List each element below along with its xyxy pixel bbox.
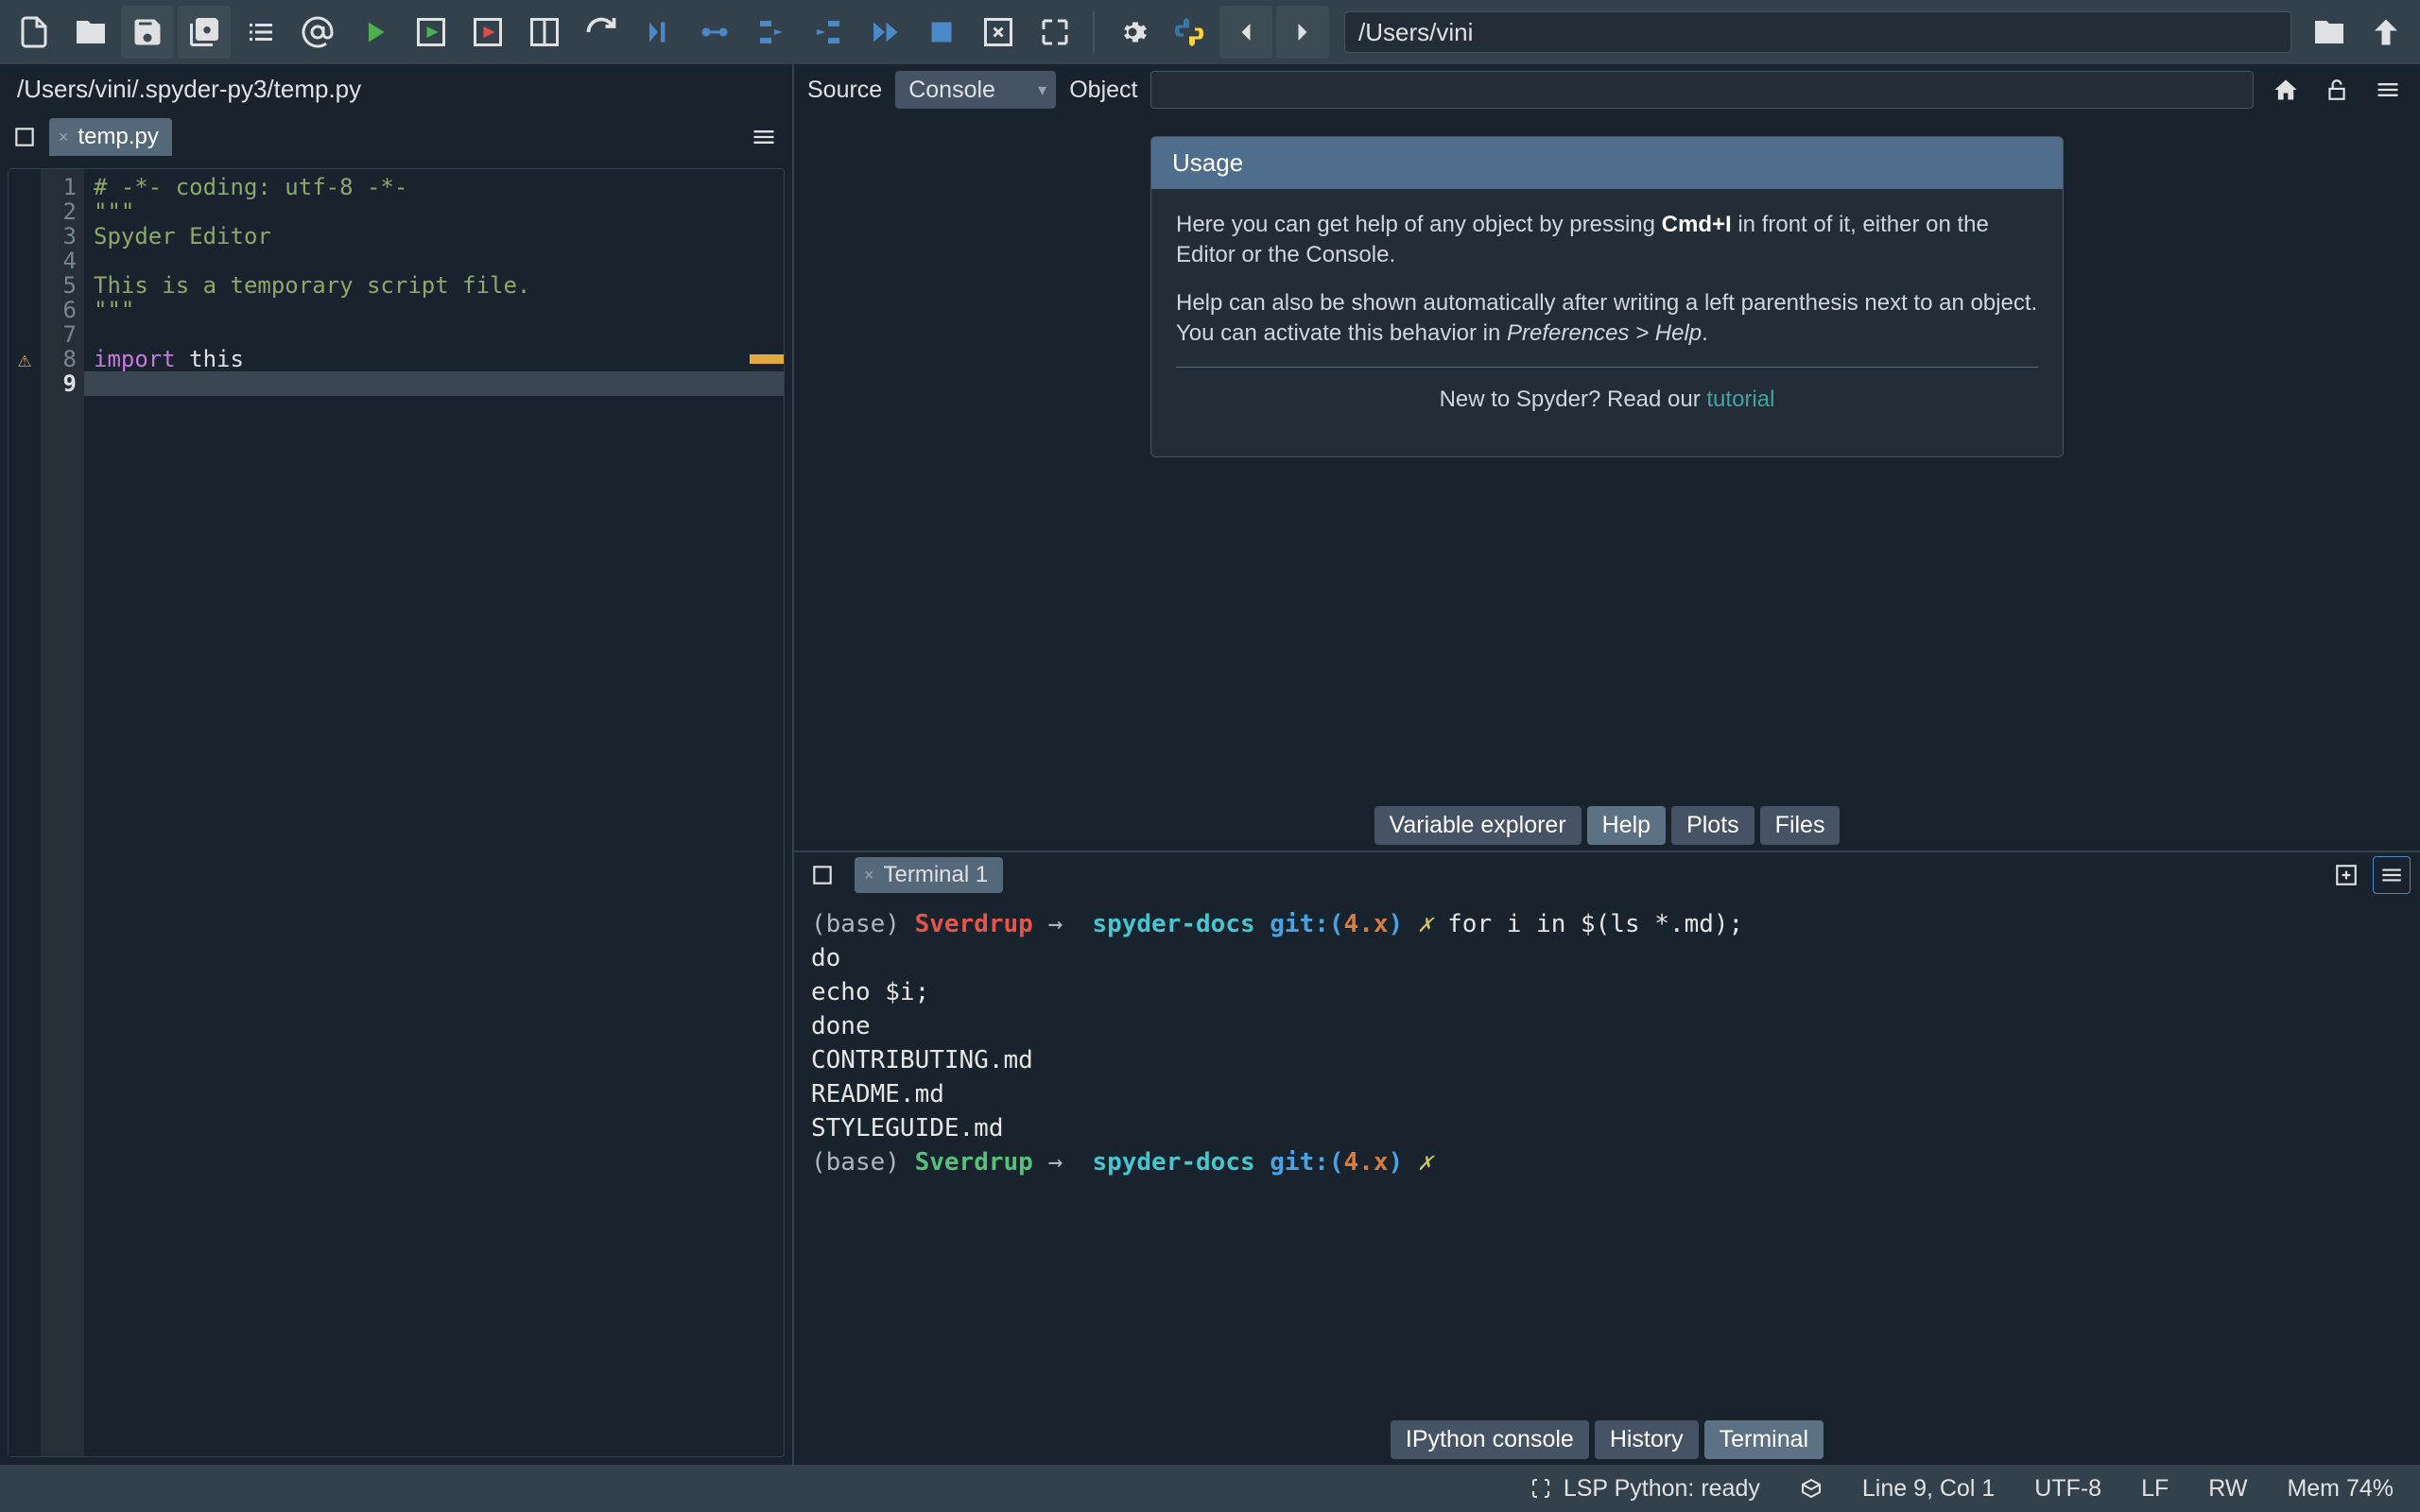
status-mem[interactable]: Mem 74% — [2287, 1475, 2394, 1503]
status-cursor[interactable]: Line 9, Col 1 — [1862, 1475, 1995, 1503]
close-tab-icon[interactable]: × — [59, 128, 69, 147]
stop-icon[interactable] — [915, 6, 968, 59]
run-selection-icon[interactable] — [518, 6, 571, 59]
debug-out-icon[interactable] — [802, 6, 855, 59]
file-path-bar: /Users/vini/.spyder-py3/temp.py — [0, 64, 792, 113]
status-lsp[interactable]: LSP Python: ready — [1530, 1475, 1760, 1503]
toolbar-separator — [1093, 11, 1095, 53]
usage-card: Usage Here you can get help of any objec… — [1150, 136, 2064, 457]
object-input[interactable] — [1150, 71, 2254, 109]
back-icon[interactable] — [1219, 6, 1272, 59]
new-terminal-icon[interactable] — [2327, 856, 2365, 894]
save-all-icon[interactable] — [178, 6, 231, 59]
debug-into-icon[interactable] — [745, 6, 798, 59]
terminal-body[interactable]: (base) Sverdrup → spyder-docs git:(4.x) … — [794, 898, 2420, 1417]
help-options-icon[interactable] — [2369, 71, 2407, 109]
tutorial-link[interactable]: tutorial — [1706, 387, 1774, 412]
source-label: Source — [807, 77, 882, 104]
lock-icon[interactable] — [2318, 71, 2356, 109]
maximize-icon[interactable] — [1028, 6, 1081, 59]
close-terminal-tab-icon[interactable]: × — [864, 866, 874, 885]
preferences-icon[interactable] — [1106, 6, 1159, 59]
run-cell-advance-icon[interactable] — [461, 6, 514, 59]
help-toolbar: Source Console Object — [794, 64, 2420, 115]
pane-tab-plots[interactable]: Plots — [1671, 806, 1754, 845]
debug-step-icon[interactable] — [688, 6, 741, 59]
status-rw[interactable]: RW — [2208, 1475, 2247, 1503]
browse-terminal-tabs-icon[interactable] — [805, 858, 839, 892]
pane-tab-help[interactable]: Help — [1587, 806, 1666, 845]
terminal-options-icon[interactable] — [2373, 856, 2411, 894]
editor-tab[interactable]: × temp.py — [49, 118, 172, 156]
status-encoding[interactable]: UTF-8 — [2034, 1475, 2101, 1503]
usage-title: Usage — [1151, 137, 2063, 189]
usage-p2: Help can also be shown automatically aft… — [1176, 288, 2038, 350]
editor-tab-label: temp.py — [78, 124, 159, 150]
save-icon[interactable] — [121, 6, 174, 59]
help-pane-tabs: Variable explorerHelpPlotsFiles — [794, 802, 2420, 850]
browse-dir-icon[interactable] — [2303, 6, 2356, 59]
code-editor[interactable]: ⚠ 123456789 # -*- coding: utf-8 -*-"""Sp… — [8, 168, 785, 1457]
parent-dir-icon[interactable] — [2360, 6, 2412, 59]
at-icon[interactable] — [291, 6, 344, 59]
usage-p1: Here you can get help of any object by p… — [1176, 210, 2038, 271]
list-icon[interactable] — [234, 6, 287, 59]
usage-p3: New to Spyder? Read our tutorial — [1176, 385, 2038, 415]
console-pane-tabs: IPython consoleHistoryTerminal — [794, 1417, 2420, 1465]
working-dir-input[interactable]: /Users/vini — [1344, 11, 2291, 53]
status-bar: LSP Python: ready Line 9, Col 1 UTF-8 LF… — [0, 1465, 2420, 1512]
editor-options-icon[interactable] — [745, 118, 783, 156]
pane-tab-history[interactable]: History — [1595, 1420, 1699, 1459]
home-icon[interactable] — [2267, 71, 2305, 109]
python-path-icon[interactable] — [1163, 6, 1216, 59]
new-file-icon[interactable] — [8, 6, 60, 59]
pane-tab-ipython-console[interactable]: IPython console — [1391, 1420, 1589, 1459]
pane-tab-files[interactable]: Files — [1760, 806, 1841, 845]
pane-tab-terminal[interactable]: Terminal — [1704, 1420, 1824, 1459]
run-icon[interactable] — [348, 6, 401, 59]
run-cell-icon[interactable] — [405, 6, 458, 59]
terminal-tab[interactable]: × Terminal 1 — [855, 857, 1003, 893]
object-label: Object — [1069, 77, 1137, 104]
rerun-icon[interactable] — [575, 6, 628, 59]
open-file-icon[interactable] — [64, 6, 117, 59]
terminal-tab-label: Terminal 1 — [884, 862, 989, 888]
debug-icon[interactable] — [631, 6, 684, 59]
editor-pane: /Users/vini/.spyder-py3/temp.py × temp.p… — [0, 64, 794, 1465]
source-select[interactable]: Console — [895, 71, 1056, 109]
terminal-pane: × Terminal 1 (base) Sverdrup → spyder-do… — [794, 850, 2420, 1465]
browse-tabs-icon[interactable] — [8, 120, 42, 154]
status-eol[interactable]: LF — [2141, 1475, 2169, 1503]
status-env[interactable] — [1800, 1477, 1823, 1500]
debug-continue-icon[interactable] — [858, 6, 911, 59]
pane-tab-variable-explorer[interactable]: Variable explorer — [1374, 806, 1582, 845]
main-toolbar: /Users/vini — [0, 0, 2420, 64]
forward-icon[interactable] — [1276, 6, 1329, 59]
help-body: Usage Here you can get help of any objec… — [794, 115, 2420, 802]
debug-exit-icon[interactable] — [972, 6, 1025, 59]
